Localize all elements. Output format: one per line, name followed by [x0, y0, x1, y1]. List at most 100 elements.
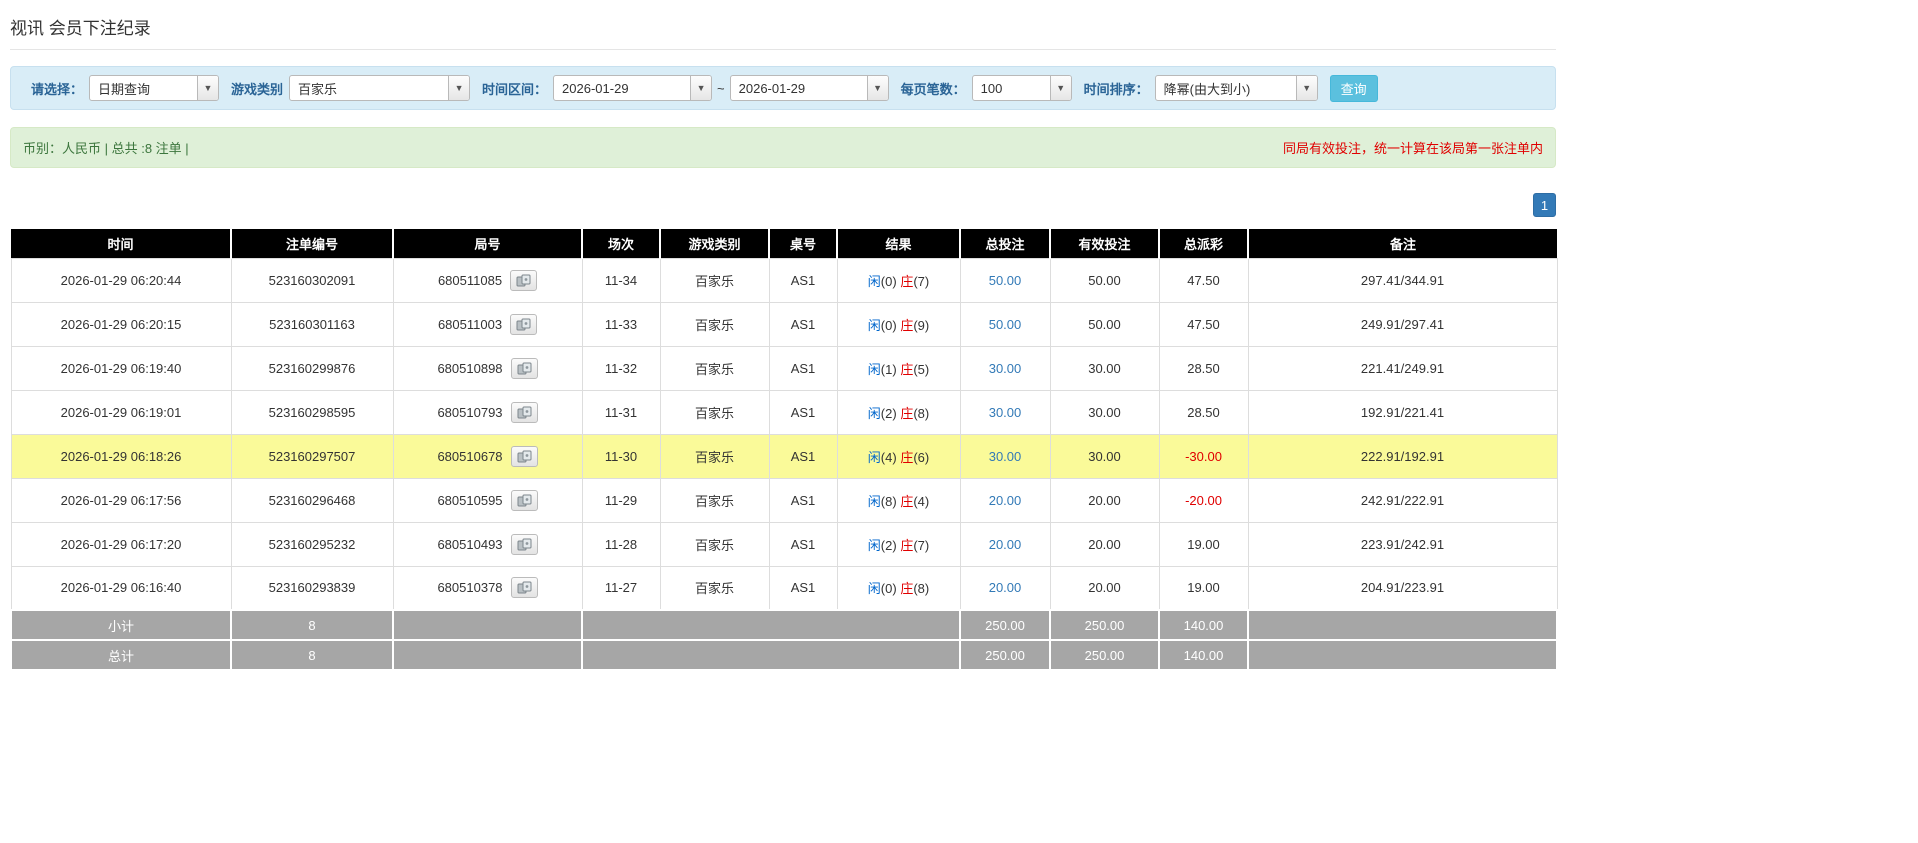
header-game-type: 游戏类别 [659, 229, 769, 258]
subtotal-label: 小计 [10, 609, 232, 641]
total-bet-link[interactable]: 20.00 [989, 493, 1022, 508]
page-container: 视讯 会员下注纪录 请选择： 日期查询 ▼ 游戏类别 百家乐 ▼ 时间区间： 2… [0, 0, 1566, 843]
chevron-down-icon[interactable]: ▼ [866, 76, 888, 100]
table-no-cell: AS1 [768, 433, 838, 479]
subtotal-total-bet: 250.00 [959, 609, 1051, 641]
total-bet-link[interactable]: 20.00 [989, 580, 1022, 595]
payout-cell: 28.50 [1158, 389, 1249, 435]
result-cell: 闲(0) 庄(7) [836, 257, 961, 303]
round-no-cell: 680510595 [392, 477, 583, 523]
query-type-select[interactable]: 日期查询 ▼ [89, 75, 220, 101]
round-detail-icon[interactable] [510, 401, 538, 423]
total-bet-cell: 20.00 [959, 565, 1051, 611]
payout-cell: 28.50 [1158, 345, 1249, 391]
result-banker-num: (6) [913, 449, 930, 465]
game-type-cell: 百家乐 [659, 521, 770, 567]
chevron-down-icon[interactable]: ▼ [1295, 76, 1317, 100]
header-time: 时间 [11, 229, 231, 258]
round-no-cell: 680510678 [392, 433, 583, 479]
time-cell: 2026-01-29 06:19:40 [10, 345, 232, 391]
result-player-num: (2) [880, 537, 897, 553]
chevron-down-icon[interactable]: ▼ [448, 76, 470, 100]
subtotal-empty [392, 609, 583, 641]
time-cell: 2026-01-29 06:19:01 [10, 389, 232, 435]
page-size-label: 每页笔数： [900, 81, 966, 97]
total-bet-link[interactable]: 20.00 [989, 537, 1022, 552]
query-type-value: 日期查询 [98, 81, 151, 97]
result-player-num: (4) [880, 449, 897, 465]
round-no-cell: 680511085 [392, 257, 583, 303]
remark-cell: 297.41/344.91 [1247, 257, 1558, 303]
chevron-down-icon[interactable]: ▼ [197, 76, 219, 100]
table-row: 2026-01-29 06:17:20 523160295232 6805104… [10, 521, 1558, 567]
chevron-down-icon[interactable]: ▼ [1049, 76, 1071, 100]
round-detail-icon[interactable] [510, 577, 538, 599]
time-range-label: 时间区间： [482, 81, 548, 97]
valid-bet-cell: 30.00 [1049, 389, 1160, 435]
table-row: 2026-01-29 06:19:01 523160298595 6805107… [10, 389, 1558, 435]
round-no-value: 680510898 [437, 360, 503, 376]
round-detail-icon[interactable] [510, 357, 538, 379]
valid-bet-notice: 同局有效投注，统一计算在该局第一张注单内 [1282, 141, 1543, 156]
game-type-label: 游戏类别 [231, 81, 284, 97]
session-cell: 11-34 [581, 257, 661, 303]
total-bet-link[interactable]: 50.00 [989, 317, 1022, 332]
total-bet-link[interactable]: 50.00 [989, 273, 1022, 288]
subtotal-count: 8 [230, 609, 394, 641]
result-banker-num: (7) [913, 537, 930, 553]
subtotal-payout: 140.00 [1158, 609, 1249, 641]
time-cell: 2026-01-29 06:17:56 [10, 477, 232, 523]
result-player-num: (0) [880, 317, 897, 333]
summary-bar: 币别：人民币 | 总共 :8 注单 | 同局有效投注，统一计算在该局第一张注单内 [10, 127, 1556, 168]
result-cell: 闲(2) 庄(8) [836, 389, 961, 435]
session-cell: 11-29 [581, 477, 661, 523]
round-no-value: 680510378 [437, 580, 503, 596]
total-bet-link[interactable]: 30.00 [989, 449, 1022, 464]
game-type-cell: 百家乐 [659, 477, 770, 523]
subtotal-row: 小计 8 250.00 250.00 140.00 [10, 609, 1558, 641]
subtotal-valid-bet: 250.00 [1049, 609, 1160, 641]
result-player-num: (2) [880, 405, 897, 421]
round-no-cell: 680510493 [392, 521, 583, 567]
round-detail-icon[interactable] [510, 445, 538, 467]
table-no-cell: AS1 [768, 301, 838, 347]
round-detail-icon[interactable] [510, 533, 538, 555]
result-banker-label: 庄 [900, 449, 914, 465]
round-detail-icon[interactable] [510, 489, 538, 511]
page-number-button[interactable]: 1 [1533, 193, 1556, 217]
header-payout: 总派彩 [1158, 229, 1248, 258]
date-from-select[interactable]: 2026-01-29 ▼ [553, 75, 713, 101]
time-cell: 2026-01-29 06:17:20 [10, 521, 232, 567]
header-result: 结果 [836, 229, 960, 258]
total-bet-cell: 20.00 [959, 521, 1051, 567]
total-payout: 140.00 [1158, 639, 1249, 671]
round-detail-icon[interactable] [510, 269, 538, 291]
game-type-select[interactable]: 百家乐 ▼ [289, 75, 471, 101]
result-player-label: 闲 [867, 273, 881, 289]
valid-bet-cell: 50.00 [1049, 257, 1160, 303]
remark-cell: 242.91/222.91 [1247, 477, 1558, 523]
bet-id-cell: 523160297507 [230, 433, 394, 479]
date-to-select[interactable]: 2026-01-29 ▼ [729, 75, 889, 101]
pagination-top: 1 [10, 193, 1556, 217]
page-size-select[interactable]: 100 ▼ [971, 75, 1072, 101]
total-valid-bet: 250.00 [1049, 639, 1160, 671]
result-cell: 闲(0) 庄(9) [836, 301, 961, 347]
header-bet-id: 注单编号 [230, 229, 393, 258]
chevron-down-icon[interactable]: ▼ [690, 76, 712, 100]
valid-bet-cell: 50.00 [1049, 301, 1160, 347]
result-banker-label: 庄 [900, 493, 914, 509]
round-no-value: 680511085 [437, 272, 503, 288]
session-cell: 11-28 [581, 521, 661, 567]
time-cell: 2026-01-29 06:20:15 [10, 301, 232, 347]
payout-cell: 47.50 [1158, 257, 1249, 303]
total-bet-link[interactable]: 30.00 [989, 405, 1022, 420]
total-empty [1247, 639, 1558, 671]
bet-id-cell: 523160293839 [230, 565, 394, 611]
game-type-cell: 百家乐 [659, 345, 770, 391]
total-bet-link[interactable]: 30.00 [989, 361, 1022, 376]
round-detail-icon[interactable] [510, 313, 538, 335]
search-button[interactable]: 查询 [1329, 74, 1378, 102]
sort-select[interactable]: 降幂(由大到小) ▼ [1154, 75, 1318, 101]
game-type-cell: 百家乐 [659, 257, 770, 303]
